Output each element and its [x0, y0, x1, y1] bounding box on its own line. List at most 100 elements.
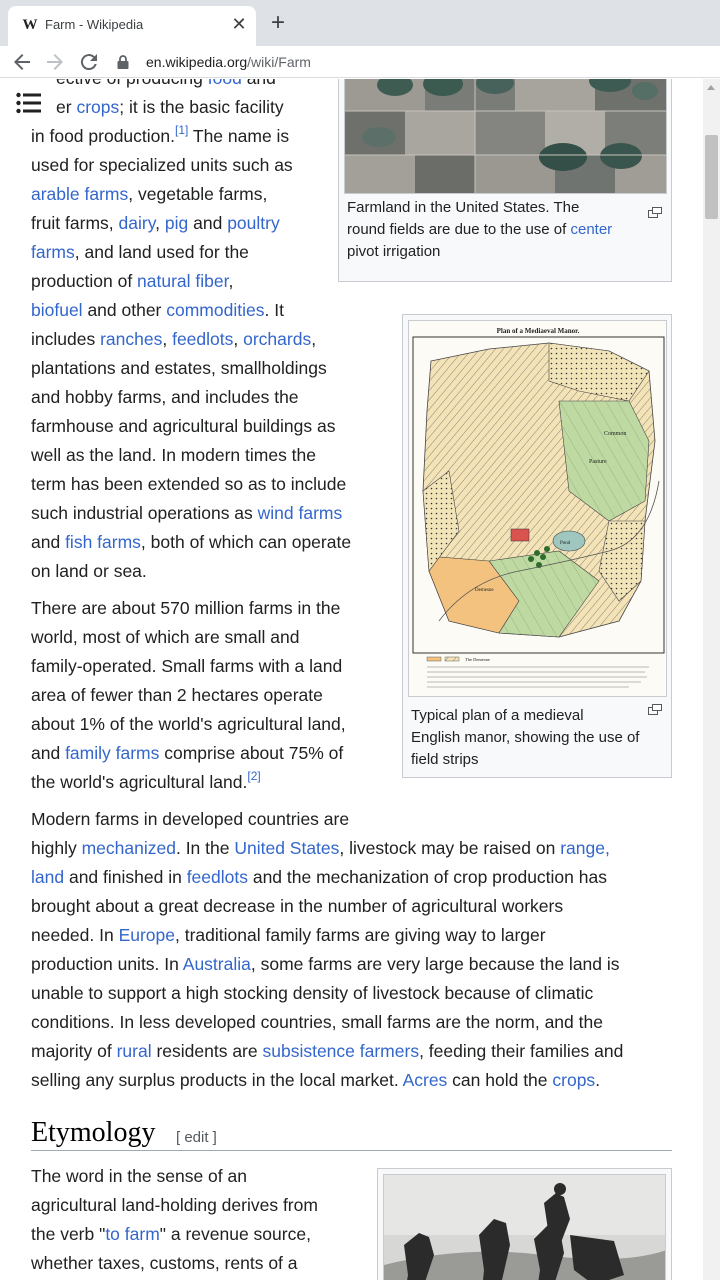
browser-tab-bar: W Farm - Wikipedia ✕ + — [0, 0, 720, 46]
natural-fiber-link[interactable]: natural fiber — [137, 271, 228, 291]
text-line: farms, and land used for the — [31, 242, 249, 262]
edit-section-link[interactable]: [ edit ] — [176, 1129, 217, 1146]
australia-link[interactable]: Australia — [183, 954, 251, 974]
text-line: and hobby farms, and includes the — [31, 387, 299, 407]
text-line: the world's agricultural land.[2] — [31, 769, 261, 792]
map-label-common: Common — [604, 431, 626, 437]
rangeland-link[interactable]: range, — [560, 838, 610, 858]
figure-medieval-manor: Plan of a Mediaeval Manor. Common Pastur… — [402, 314, 672, 778]
lock-icon — [117, 55, 129, 69]
text-line: in food production.[1] The name is — [31, 123, 290, 146]
text-line: conditions. In less developed countries,… — [31, 1012, 603, 1032]
text-line: needed. In Europe, traditional family fa… — [31, 925, 546, 945]
text-line: includes ranches, feedlots, orchards, — [31, 329, 317, 349]
center-pivot-link-cont[interactable]: pivot irrigation — [347, 241, 440, 263]
arrow-left-icon — [14, 54, 30, 70]
text-line: term has been extended so as to include — [31, 474, 347, 494]
text-line: The word in the sense of an — [31, 1166, 247, 1186]
wikipedia-favicon-icon: W — [22, 17, 38, 33]
poultry-farms-link[interactable]: poultry — [227, 213, 280, 233]
text-line: family-operated. Small farms with a land — [31, 656, 343, 676]
text-line: area of fewer than 2 hectares operate — [31, 685, 323, 705]
text-line: and fish farms, both of which can operat… — [31, 532, 352, 552]
arrow-right-icon — [47, 54, 63, 70]
text-line: such industrial operations as wind farms — [31, 503, 343, 523]
text-line: used for specialized units such as — [31, 155, 293, 175]
text-line: on land or sea. — [31, 561, 147, 581]
commodities-link[interactable]: commodities — [166, 300, 264, 320]
to-farm-link[interactable]: to farm — [105, 1224, 159, 1244]
text-line: brought about a great decrease in the nu… — [31, 896, 564, 916]
enlarge-icon[interactable] — [648, 704, 662, 715]
wind-farms-link[interactable]: wind farms — [258, 503, 343, 523]
url-text: en.wikipedia.org/wiki/Farm — [146, 54, 311, 70]
text-line: unable to support a high stocking densit… — [31, 983, 594, 1003]
fish-farms-link[interactable]: fish farms — [65, 532, 141, 552]
text-line: biofuel and other commodities. It — [31, 300, 284, 320]
map-label-pond: Pond — [560, 541, 571, 546]
aerial-farmland-image[interactable] — [344, 79, 667, 194]
page-scrollbar[interactable] — [703, 79, 720, 1280]
acres-link[interactable]: Acres — [403, 1070, 448, 1090]
feedlots-link[interactable]: feedlots — [172, 329, 233, 349]
figure-aerial-farmland: Farmland in the United States. The round… — [338, 79, 672, 282]
forward-button[interactable] — [43, 50, 67, 74]
map-legend-demesne: The Demesne — [465, 657, 490, 662]
text-line: world, most of which are small and — [31, 627, 300, 647]
food-link[interactable]: food — [208, 79, 242, 88]
europe-link[interactable]: Europe — [119, 925, 175, 945]
citation-1[interactable]: [1] — [175, 123, 188, 137]
crops-link-2[interactable]: crops — [552, 1070, 595, 1090]
text-line: whether taxes, customs, rents of a — [31, 1253, 298, 1273]
text-line: production units. In Australia, some far… — [31, 954, 620, 974]
subsistence-farmers-link[interactable]: subsistence farmers — [262, 1041, 419, 1061]
scroll-up-arrow-icon[interactable] — [707, 85, 715, 90]
tab-close-icon[interactable]: ✕ — [229, 14, 249, 34]
horses-photo-image[interactable] — [383, 1174, 666, 1280]
text-line: farmhouse and agricultural buildings as — [31, 416, 336, 436]
text-line: agricultural land-holding derives from — [31, 1195, 318, 1215]
reload-icon — [80, 54, 97, 71]
poultry-farms-link-cont[interactable]: farms — [31, 242, 75, 262]
crops-link[interactable]: crops — [76, 97, 119, 117]
pig-link[interactable]: pig — [165, 213, 188, 233]
manor-caption-line-1: Typical plan of a medieval — [411, 707, 584, 724]
manor-map-image[interactable]: Plan of a Mediaeval Manor. Common Pastur… — [408, 320, 667, 697]
text-line: the verb "to farm" a revenue source, — [31, 1224, 311, 1244]
arable-farms-link[interactable]: arable farms — [31, 184, 128, 204]
text-line: majority of rural residents are subsiste… — [31, 1041, 624, 1061]
rural-link[interactable]: rural — [117, 1041, 152, 1061]
back-button[interactable] — [10, 50, 34, 74]
menu-icon[interactable] — [16, 92, 42, 114]
map-label-pasture: Pasture — [589, 459, 607, 465]
text-line: er crops; it is the basic facility — [56, 97, 284, 117]
text-line: about 1% of the world's agricultural lan… — [31, 714, 346, 734]
aerial-caption-line-2: round fields are due to the use of cente… — [347, 221, 613, 238]
dairy-link[interactable]: dairy — [119, 213, 156, 233]
text-line: highly mechanized. In the United States,… — [31, 838, 610, 858]
scrollbar-thumb[interactable] — [705, 135, 718, 219]
figure-etymology — [377, 1168, 672, 1280]
map-label-demesne: Demesne — [475, 588, 494, 593]
reload-button[interactable] — [77, 50, 101, 74]
aerial-caption-line-1: Farmland in the United States. The — [347, 199, 580, 216]
center-pivot-link[interactable]: center — [570, 221, 612, 238]
enlarge-icon[interactable] — [648, 207, 662, 218]
ranches-link[interactable]: ranches — [100, 329, 162, 349]
tab-title: Farm - Wikipedia — [45, 17, 144, 32]
address-bar[interactable]: en.wikipedia.org/wiki/Farm — [110, 48, 710, 76]
biofuel-link[interactable]: biofuel — [31, 300, 83, 320]
feedlots-link-2[interactable]: feedlots — [187, 867, 248, 887]
manor-caption-line-3: field strips — [411, 751, 479, 768]
mechanized-link[interactable]: mechanized — [82, 838, 176, 858]
family-farms-link[interactable]: family farms — [65, 743, 159, 763]
united-states-link[interactable]: United States — [234, 838, 339, 858]
citation-2[interactable]: [2] — [247, 769, 260, 783]
heading-divider — [31, 1150, 672, 1151]
orchards-link[interactable]: orchards — [243, 329, 311, 349]
new-tab-button[interactable]: + — [266, 11, 290, 36]
section-heading-etymology: Etymology — [31, 1117, 156, 1148]
browser-tab[interactable]: W Farm - Wikipedia ✕ — [8, 6, 256, 46]
text-line: ective of producing food and — [56, 79, 276, 93]
rangeland-link-cont[interactable]: land — [31, 867, 64, 887]
